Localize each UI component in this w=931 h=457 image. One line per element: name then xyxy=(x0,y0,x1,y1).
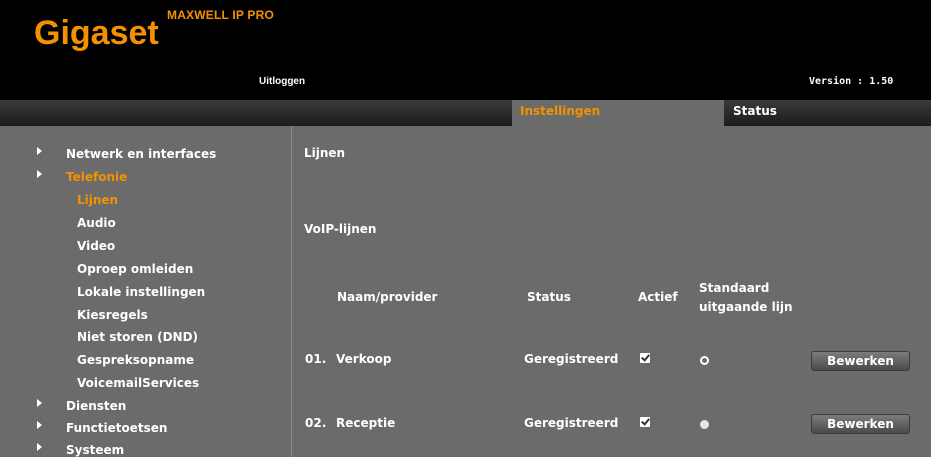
expand-arrow-icon[interactable] xyxy=(37,443,42,451)
gigaset-logo: Gigaset xyxy=(34,14,159,52)
version-label: Version : 1.50 xyxy=(809,76,894,87)
line-status: Geregistreerd xyxy=(524,352,619,366)
tab-bar: Instellingen Status xyxy=(0,100,931,126)
default-line-radio-selected[interactable] xyxy=(700,420,709,429)
tab-instellingen[interactable]: Instellingen xyxy=(512,100,724,126)
product-name: MAXWELL IP PRO xyxy=(167,8,275,22)
sidebar-subitem-voicemailservices[interactable]: VoicemailServices xyxy=(77,376,199,390)
sidebar-subitem-audio[interactable]: Audio xyxy=(77,216,116,230)
expand-arrow-icon[interactable] xyxy=(37,399,42,407)
section-title: VoIP-lijnen xyxy=(304,222,377,236)
sidebar-subitem-kiesregels[interactable]: Kiesregels xyxy=(77,308,148,322)
line-number: 02. xyxy=(305,416,327,430)
column-header-name: Naam/provider xyxy=(337,290,438,304)
line-status: Geregistreerd xyxy=(524,416,619,430)
sidebar-subitem-oproep-omleiden[interactable]: Oproep omleiden xyxy=(77,262,193,276)
default-line-radio[interactable] xyxy=(700,356,709,365)
sidebar-subitem-video[interactable]: Video xyxy=(77,239,115,253)
column-header-active: Actief xyxy=(638,290,678,304)
page-title: Lijnen xyxy=(304,146,346,160)
active-checkbox[interactable] xyxy=(640,353,650,363)
sidebar-subitem-lokale-instellingen[interactable]: Lokale instellingen xyxy=(77,285,205,299)
line-name: Verkoop xyxy=(336,352,392,366)
header: Gigaset MAXWELL IP PRO Uitloggen Version… xyxy=(0,0,931,100)
sidebar-item-diensten[interactable]: Diensten xyxy=(66,399,126,413)
sidebar-item-systeem[interactable]: Systeem xyxy=(66,443,124,457)
column-header-status: Status xyxy=(527,290,571,304)
sidebar-subitem-lijnen[interactable]: Lijnen xyxy=(77,193,118,207)
expand-arrow-icon[interactable] xyxy=(37,421,42,429)
tab-status[interactable]: Status xyxy=(725,100,825,126)
column-header-default-line: Standaard uitgaande lijn xyxy=(699,281,793,314)
sidebar-item-functietoetsen[interactable]: Functietoetsen xyxy=(66,421,167,435)
active-checkbox[interactable] xyxy=(640,417,650,427)
edit-button[interactable]: Bewerken xyxy=(811,351,910,371)
sidebar-item-telefonie[interactable]: Telefonie xyxy=(66,170,127,184)
line-number: 01. xyxy=(305,352,327,366)
expand-arrow-icon[interactable] xyxy=(37,170,42,178)
sidebar-subitem-gespreksopname[interactable]: Gespreksopname xyxy=(77,353,194,367)
line-name: Receptie xyxy=(336,416,396,430)
edit-button[interactable]: Bewerken xyxy=(811,414,910,434)
sidebar-divider xyxy=(291,126,292,457)
logout-link[interactable]: Uitloggen xyxy=(259,76,305,87)
expand-arrow-icon[interactable] xyxy=(37,147,42,155)
sidebar-subitem-niet-storen[interactable]: Niet storen (DND) xyxy=(77,330,198,344)
sidebar-item-netwerk[interactable]: Netwerk en interfaces xyxy=(66,147,216,161)
